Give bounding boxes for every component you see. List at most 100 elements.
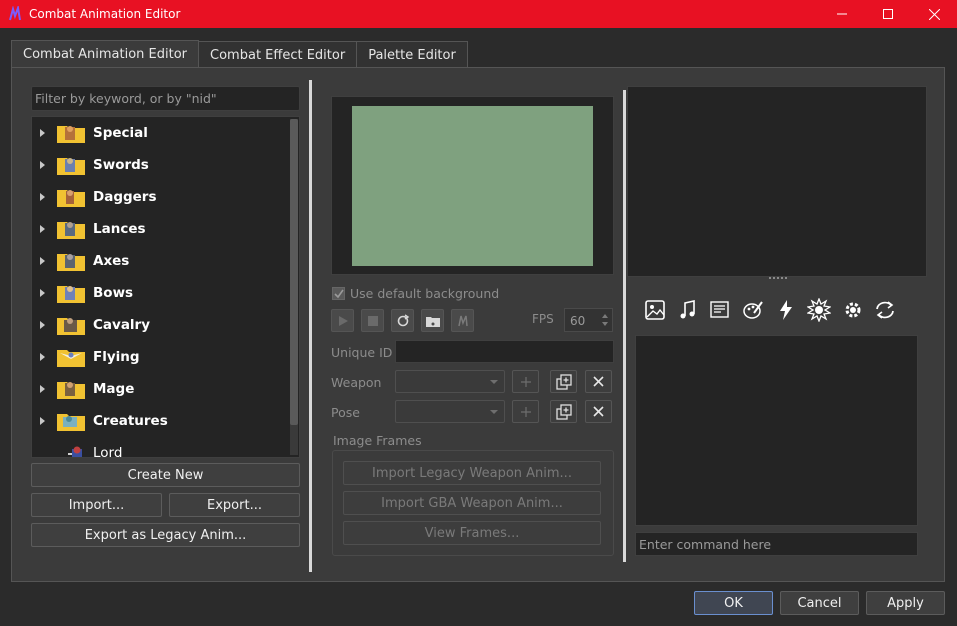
tree-scrollbar[interactable] — [290, 119, 298, 455]
image-icon — [645, 300, 665, 320]
import-button[interactable]: Import... — [31, 493, 162, 517]
use-default-background-checkbox[interactable]: Use default background — [332, 286, 499, 301]
loop-command-button[interactable] — [870, 296, 900, 324]
command-input[interactable]: Enter command here — [635, 532, 918, 556]
image-frames-label: Image Frames — [333, 433, 422, 448]
view-frames-button[interactable]: View Frames... — [343, 521, 601, 545]
loop-button[interactable] — [391, 309, 414, 332]
stop-button[interactable] — [361, 309, 384, 332]
delete-weapon-button[interactable] — [585, 370, 612, 393]
command-list[interactable] — [635, 335, 918, 526]
scrollbar-thumb[interactable] — [290, 119, 298, 425]
folder-icon — [57, 350, 85, 367]
cancel-button[interactable]: Cancel — [780, 591, 859, 615]
play-icon — [338, 315, 348, 326]
close-icon — [593, 376, 604, 387]
stop-icon — [367, 315, 378, 326]
duplicate-pose-button[interactable] — [550, 400, 577, 423]
create-new-button[interactable]: Create New — [31, 463, 300, 487]
import-gba-weapon-anim-button[interactable]: Import GBA Weapon Anim... — [343, 491, 601, 515]
apply-button[interactable]: Apply — [866, 591, 945, 615]
add-pose-button[interactable] — [512, 400, 539, 423]
tree-item-daggers[interactable]: Daggers — [32, 181, 282, 213]
fps-spinbox[interactable]: 60 — [564, 308, 613, 332]
filter-input[interactable]: Filter by keyword, or by "nid" — [31, 86, 300, 111]
import-legacy-weapon-anim-button[interactable]: Import Legacy Weapon Anim... — [343, 461, 601, 485]
expand-arrow-icon[interactable] — [40, 385, 45, 393]
expand-arrow-icon[interactable] — [40, 321, 45, 329]
tree-item-special[interactable]: Special — [32, 117, 282, 149]
expand-arrow-icon[interactable] — [40, 353, 45, 361]
export-button[interactable]: Export... — [169, 493, 300, 517]
tree-item-label: Bows — [93, 285, 134, 301]
tab-content: Filter by keyword, or by "nid" Special S… — [11, 67, 945, 582]
splitter-grip[interactable] — [769, 277, 787, 280]
expand-arrow-icon[interactable] — [40, 193, 45, 201]
tree-item-flying[interactable]: Flying — [32, 341, 282, 373]
export-gif-button[interactable] — [451, 309, 474, 332]
effect-command-button[interactable] — [771, 296, 801, 324]
expand-arrow-icon[interactable] — [40, 417, 45, 425]
folder-icon — [57, 190, 85, 207]
animation-tree[interactable]: Special Swords Daggers Lances Axes Bows — [31, 116, 300, 458]
tree-item-bows[interactable]: Bows — [32, 277, 282, 309]
lord-sprite-icon — [68, 446, 82, 457]
text-command-button[interactable] — [705, 296, 735, 324]
export-legacy-button[interactable]: Export as Legacy Anim... — [31, 523, 300, 547]
tree-item-cavalry[interactable]: Cavalry — [32, 309, 282, 341]
folder-icon — [57, 382, 85, 399]
gear-icon — [845, 302, 861, 318]
open-folder-button[interactable] — [421, 309, 444, 332]
tree-item-label: Creatures — [93, 413, 168, 429]
tree-item-label: Swords — [93, 157, 149, 173]
tree-item-lances[interactable]: Lances — [32, 213, 282, 245]
tab-combat-effect-editor[interactable]: Combat Effect Editor — [198, 41, 358, 68]
tab-combat-animation-editor[interactable]: Combat Animation Editor — [11, 40, 200, 68]
expand-arrow-icon[interactable] — [40, 225, 45, 233]
splitter-left[interactable] — [309, 80, 312, 572]
frame-viewer — [627, 86, 927, 277]
pose-combobox[interactable] — [395, 400, 505, 423]
ok-button[interactable]: OK — [694, 591, 773, 615]
chevron-down-icon — [490, 380, 498, 384]
maximize-button[interactable] — [865, 0, 911, 28]
spin-arrows-icon[interactable] — [601, 312, 609, 328]
tree-item-swords[interactable]: Swords — [32, 149, 282, 181]
swap-icon — [457, 315, 468, 326]
window-title: Combat Animation Editor — [29, 7, 181, 21]
folder-icon — [57, 414, 85, 431]
palette-command-button[interactable] — [738, 296, 768, 324]
delete-pose-button[interactable] — [585, 400, 612, 423]
tree-item-axes[interactable]: Axes — [32, 245, 282, 277]
splitter-right[interactable] — [623, 90, 626, 562]
minimize-button[interactable] — [819, 0, 865, 28]
settings-command-button[interactable] — [838, 296, 868, 324]
tree-item-creatures[interactable]: Creatures — [32, 405, 282, 437]
expand-arrow-icon[interactable] — [40, 289, 45, 297]
duplicate-icon — [555, 403, 572, 420]
tab-palette-editor[interactable]: Palette Editor — [356, 41, 468, 68]
expand-arrow-icon[interactable] — [40, 161, 45, 169]
play-button[interactable] — [331, 309, 354, 332]
close-icon — [593, 406, 604, 417]
burst-command-button[interactable] — [804, 296, 834, 324]
tree-item-lord[interactable]: Lord — [32, 437, 282, 457]
checkbox[interactable] — [332, 287, 345, 300]
image-command-button[interactable] — [640, 296, 670, 324]
tree-item-label: Special — [93, 125, 148, 141]
weapon-label: Weapon — [331, 375, 382, 390]
unique-id-input[interactable] — [395, 340, 614, 363]
close-button[interactable] — [911, 0, 957, 28]
music-command-button[interactable] — [673, 296, 703, 324]
expand-arrow-icon[interactable] — [40, 129, 45, 137]
weapon-combobox[interactable] — [395, 370, 505, 393]
duplicate-weapon-button[interactable] — [550, 370, 577, 393]
add-weapon-button[interactable] — [512, 370, 539, 393]
close-icon — [928, 8, 940, 20]
expand-arrow-icon[interactable] — [40, 257, 45, 265]
tree-item-mage[interactable]: Mage — [32, 373, 282, 405]
folder-icon — [57, 158, 85, 175]
folder-icon — [57, 318, 85, 335]
duplicate-icon — [555, 373, 572, 390]
folder-icon — [57, 126, 85, 143]
